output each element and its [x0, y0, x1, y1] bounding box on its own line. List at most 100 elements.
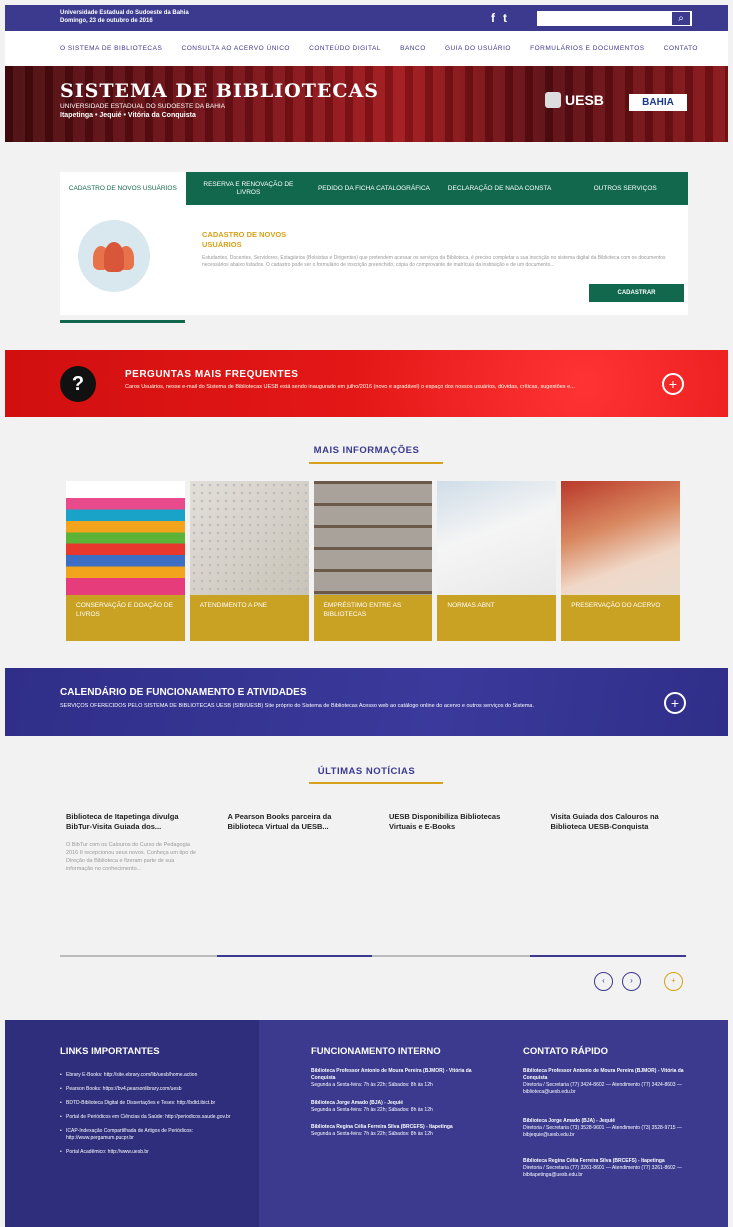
card-caption: EMPRÉSTIMO ENTRE AS BIBLIOTECAS — [313, 595, 433, 641]
card-emprestimo[interactable]: EMPRÉSTIMO ENTRE AS BIBLIOTECAS — [313, 481, 433, 641]
link-item[interactable]: Pearson Books: https://bv4.pearsonlibrar… — [60, 1086, 250, 1093]
twitter-icon[interactable]: t — [503, 11, 507, 25]
uesb-logo[interactable]: UESB — [545, 92, 604, 108]
library-name: Biblioteca Professor Antonio de Moura Pe… — [523, 1068, 684, 1081]
news-item[interactable]: A Pearson Books parceira da Biblioteca V… — [228, 812, 364, 873]
nav-item-contato[interactable]: CONTATO — [664, 45, 698, 52]
hours-title: FUNCIONAMENTO INTERNO — [311, 1046, 441, 1057]
links-list: Ebrary E-Books: http://site.ebrary.com/l… — [60, 1072, 250, 1163]
tab-reserva[interactable]: RESERVA E RENOVAÇÃO DE LIVROS — [185, 172, 312, 205]
faq-text: Caros Usuários, nesse e-mail do Sistema … — [125, 384, 575, 390]
document-image — [437, 481, 557, 595]
faq-title: PERGUNTAS MAIS FREQUENTES — [125, 369, 299, 380]
search-icon[interactable]: ⌕ — [671, 11, 691, 26]
card-preservacao[interactable]: PRESERVAÇÃO DO ACERVO — [561, 481, 680, 641]
card-normas[interactable]: NORMAS ABNT — [437, 481, 557, 641]
nav-item-guia[interactable]: GUIA DO USUÁRIO — [445, 45, 511, 52]
banner-campuses: Itapetinga • Jequié • Vitória da Conquis… — [60, 112, 196, 119]
nav-item-conteudo[interactable]: CONTEÚDO DIGITAL — [309, 45, 381, 52]
news-carousel-track — [60, 955, 686, 957]
library-name: Biblioteca Jorge Amado (BJA) - Jequié — [523, 1118, 616, 1124]
tab-ficha[interactable]: PEDIDO DA FICHA CATALOGRÁFICA — [311, 172, 437, 205]
services-tabs: CADASTRO DE NOVOS USUÁRIOS RESERVA E REN… — [60, 172, 688, 205]
main-navigation: O SISTEMA DE BIBLIOTECAS CONSULTA AO ACE… — [5, 31, 728, 66]
page-title: SISTEMA DE BIBLIOTECAS — [60, 80, 379, 102]
news-headline[interactable]: Biblioteca de Itapetinga divulga BibTur-… — [66, 812, 202, 832]
card-caption: CONSERVAÇÃO E DOAÇÃO DE LIVROS — [66, 595, 185, 641]
shelves-image — [313, 481, 433, 595]
news-headline[interactable]: A Pearson Books parceira da Biblioteca V… — [228, 812, 364, 832]
bahia-logo[interactable]: BAHIA — [629, 94, 687, 111]
carousel-segment — [530, 955, 686, 957]
more-info-rule — [309, 462, 443, 464]
more-info-title: MAIS INFORMAÇÕES — [313, 445, 420, 456]
tab-cadastro[interactable]: CADASTRO DE NOVOS USUÁRIOS — [60, 172, 186, 205]
library-hours: Segunda a Sexta-feira: 7h às 22h; Sábado… — [311, 1131, 433, 1137]
news-excerpt: O BibTur com os Calouros do Curso de Ped… — [66, 842, 196, 872]
tab-panel: CADASTRO DE NOVOS USUÁRIOS Estudantes, D… — [60, 205, 688, 315]
preservation-image — [561, 481, 680, 595]
tab-outros[interactable]: OUTROS SERVIÇOS — [562, 172, 688, 205]
calendar-expand-icon[interactable]: + — [664, 692, 686, 714]
institution-info: Universidade Estadual do Sudoeste da Bah… — [60, 9, 189, 25]
footer: LINKS IMPORTANTES Ebrary E-Books: http:/… — [5, 1020, 728, 1227]
hours-block: Biblioteca Professor Antonio de Moura Pe… — [311, 1068, 481, 1089]
link-item[interactable]: ICAP-Indexação Compartilhada de Artigos … — [60, 1128, 250, 1142]
info-cards: CONSERVAÇÃO E DOAÇÃO DE LIVROS ATENDIMEN… — [66, 481, 680, 641]
tab-panel-description: Estudantes, Docentes, Servidores, Estagi… — [202, 255, 666, 268]
link-item[interactable]: BDTD-Biblioteca Digital de Dissertações … — [60, 1100, 250, 1107]
calendar-text: SERVIÇOS OFERECIDOS PELO SISTEMA DE BIBL… — [60, 703, 535, 709]
nav-item-formularios[interactable]: FORMULÁRIOS E DOCUMENTOS — [530, 45, 644, 52]
braille-image — [189, 481, 309, 595]
news-item[interactable]: Visita Guiada dos Calouros na Biblioteca… — [551, 812, 687, 873]
hours-block: Biblioteca Jorge Amado (BJA) - Jequié Se… — [311, 1100, 481, 1114]
faq-banner: ? PERGUNTAS MAIS FREQUENTES Caros Usuári… — [5, 350, 728, 417]
nav-item-sistema[interactable]: O SISTEMA DE BIBLIOTECAS — [60, 45, 162, 52]
card-caption: ATENDIMENTO A PNE — [189, 595, 309, 641]
nav-item-consulta[interactable]: CONSULTA AO ACERVO ÚNICO — [182, 45, 290, 52]
carousel-segment — [217, 955, 372, 957]
hero-banner: SISTEMA DE BIBLIOTECAS UNIVERSIDADE ESTA… — [5, 66, 728, 142]
facebook-icon[interactable]: f — [491, 11, 495, 25]
search-input[interactable] — [537, 11, 692, 26]
links-title: LINKS IMPORTANTES — [60, 1046, 160, 1057]
card-caption: NORMAS ABNT — [437, 595, 557, 641]
news-rule — [309, 782, 443, 784]
tab-active-indicator — [60, 320, 185, 323]
register-button[interactable]: CADASTRAR — [589, 284, 684, 302]
library-contact: Diretoria / Secretaria (77) 3261-8601 — … — [523, 1165, 682, 1178]
library-hours: Segunda a Sexta-feira: 7h às 22h; Sábado… — [311, 1107, 433, 1113]
contact-block: Biblioteca Jorge Amado (BJA) - Jequié Di… — [523, 1118, 693, 1139]
link-item[interactable]: Ebrary E-Books: http://site.ebrary.com/l… — [60, 1072, 250, 1079]
current-date: Domingo, 23 de outubro de 2016 — [60, 18, 153, 24]
tab-panel-heading: CADASTRO DE NOVOS USUÁRIOS — [202, 230, 287, 249]
tab-declaracao[interactable]: DECLARAÇÃO DE NADA CONSTA — [436, 172, 563, 205]
contact-block: Biblioteca Regina Célia Ferreira Silva (… — [523, 1158, 693, 1179]
news-item[interactable]: Biblioteca de Itapetinga divulga BibTur-… — [66, 812, 202, 873]
uesb-seal-icon — [545, 92, 561, 108]
users-icon — [78, 220, 150, 292]
top-bar: Universidade Estadual do Sudoeste da Bah… — [5, 5, 728, 31]
link-item[interactable]: Portal Acadêmico: http://www.uesb.br — [60, 1149, 250, 1156]
contact-title: CONTATO RÁPIDO — [523, 1046, 608, 1057]
news-title: ÚLTIMAS NOTÍCIAS — [317, 766, 416, 777]
library-contact: Diretoria / Secretaria (77) 3424-8602 — … — [523, 1082, 682, 1095]
hours-block: Biblioteca Regina Célia Ferreira Silva (… — [311, 1124, 481, 1138]
books-image — [66, 481, 185, 595]
library-name: Biblioteca Regina Célia Ferreira Silva (… — [523, 1158, 665, 1164]
prev-arrow-icon[interactable]: ‹ — [594, 972, 613, 991]
news-headline[interactable]: UESB Disponibiliza Bibliotecas Virtuais … — [389, 812, 525, 832]
link-item[interactable]: Portal de Periódicos em Ciências da Saúd… — [60, 1114, 250, 1121]
card-atendimento[interactable]: ATENDIMENTO A PNE — [189, 481, 309, 641]
news-item[interactable]: UESB Disponibiliza Bibliotecas Virtuais … — [389, 812, 525, 873]
news-headline[interactable]: Visita Guiada dos Calouros na Biblioteca… — [551, 812, 687, 832]
calendar-title: CALENDÁRIO DE FUNCIONAMENTO E ATIVIDADES — [60, 687, 307, 698]
nav-item-banco[interactable]: BANCO — [400, 45, 426, 52]
card-conservacao[interactable]: CONSERVAÇÃO E DOAÇÃO DE LIVROS — [66, 481, 185, 641]
more-news-icon[interactable]: + — [664, 972, 683, 991]
next-arrow-icon[interactable]: › — [622, 972, 641, 991]
social-links: f t — [491, 11, 507, 25]
library-contact: Diretoria / Secretaria (73) 3528-9601 — … — [523, 1125, 682, 1138]
contact-block: Biblioteca Professor Antonio de Moura Pe… — [523, 1068, 693, 1096]
faq-expand-icon[interactable]: + — [662, 373, 684, 395]
